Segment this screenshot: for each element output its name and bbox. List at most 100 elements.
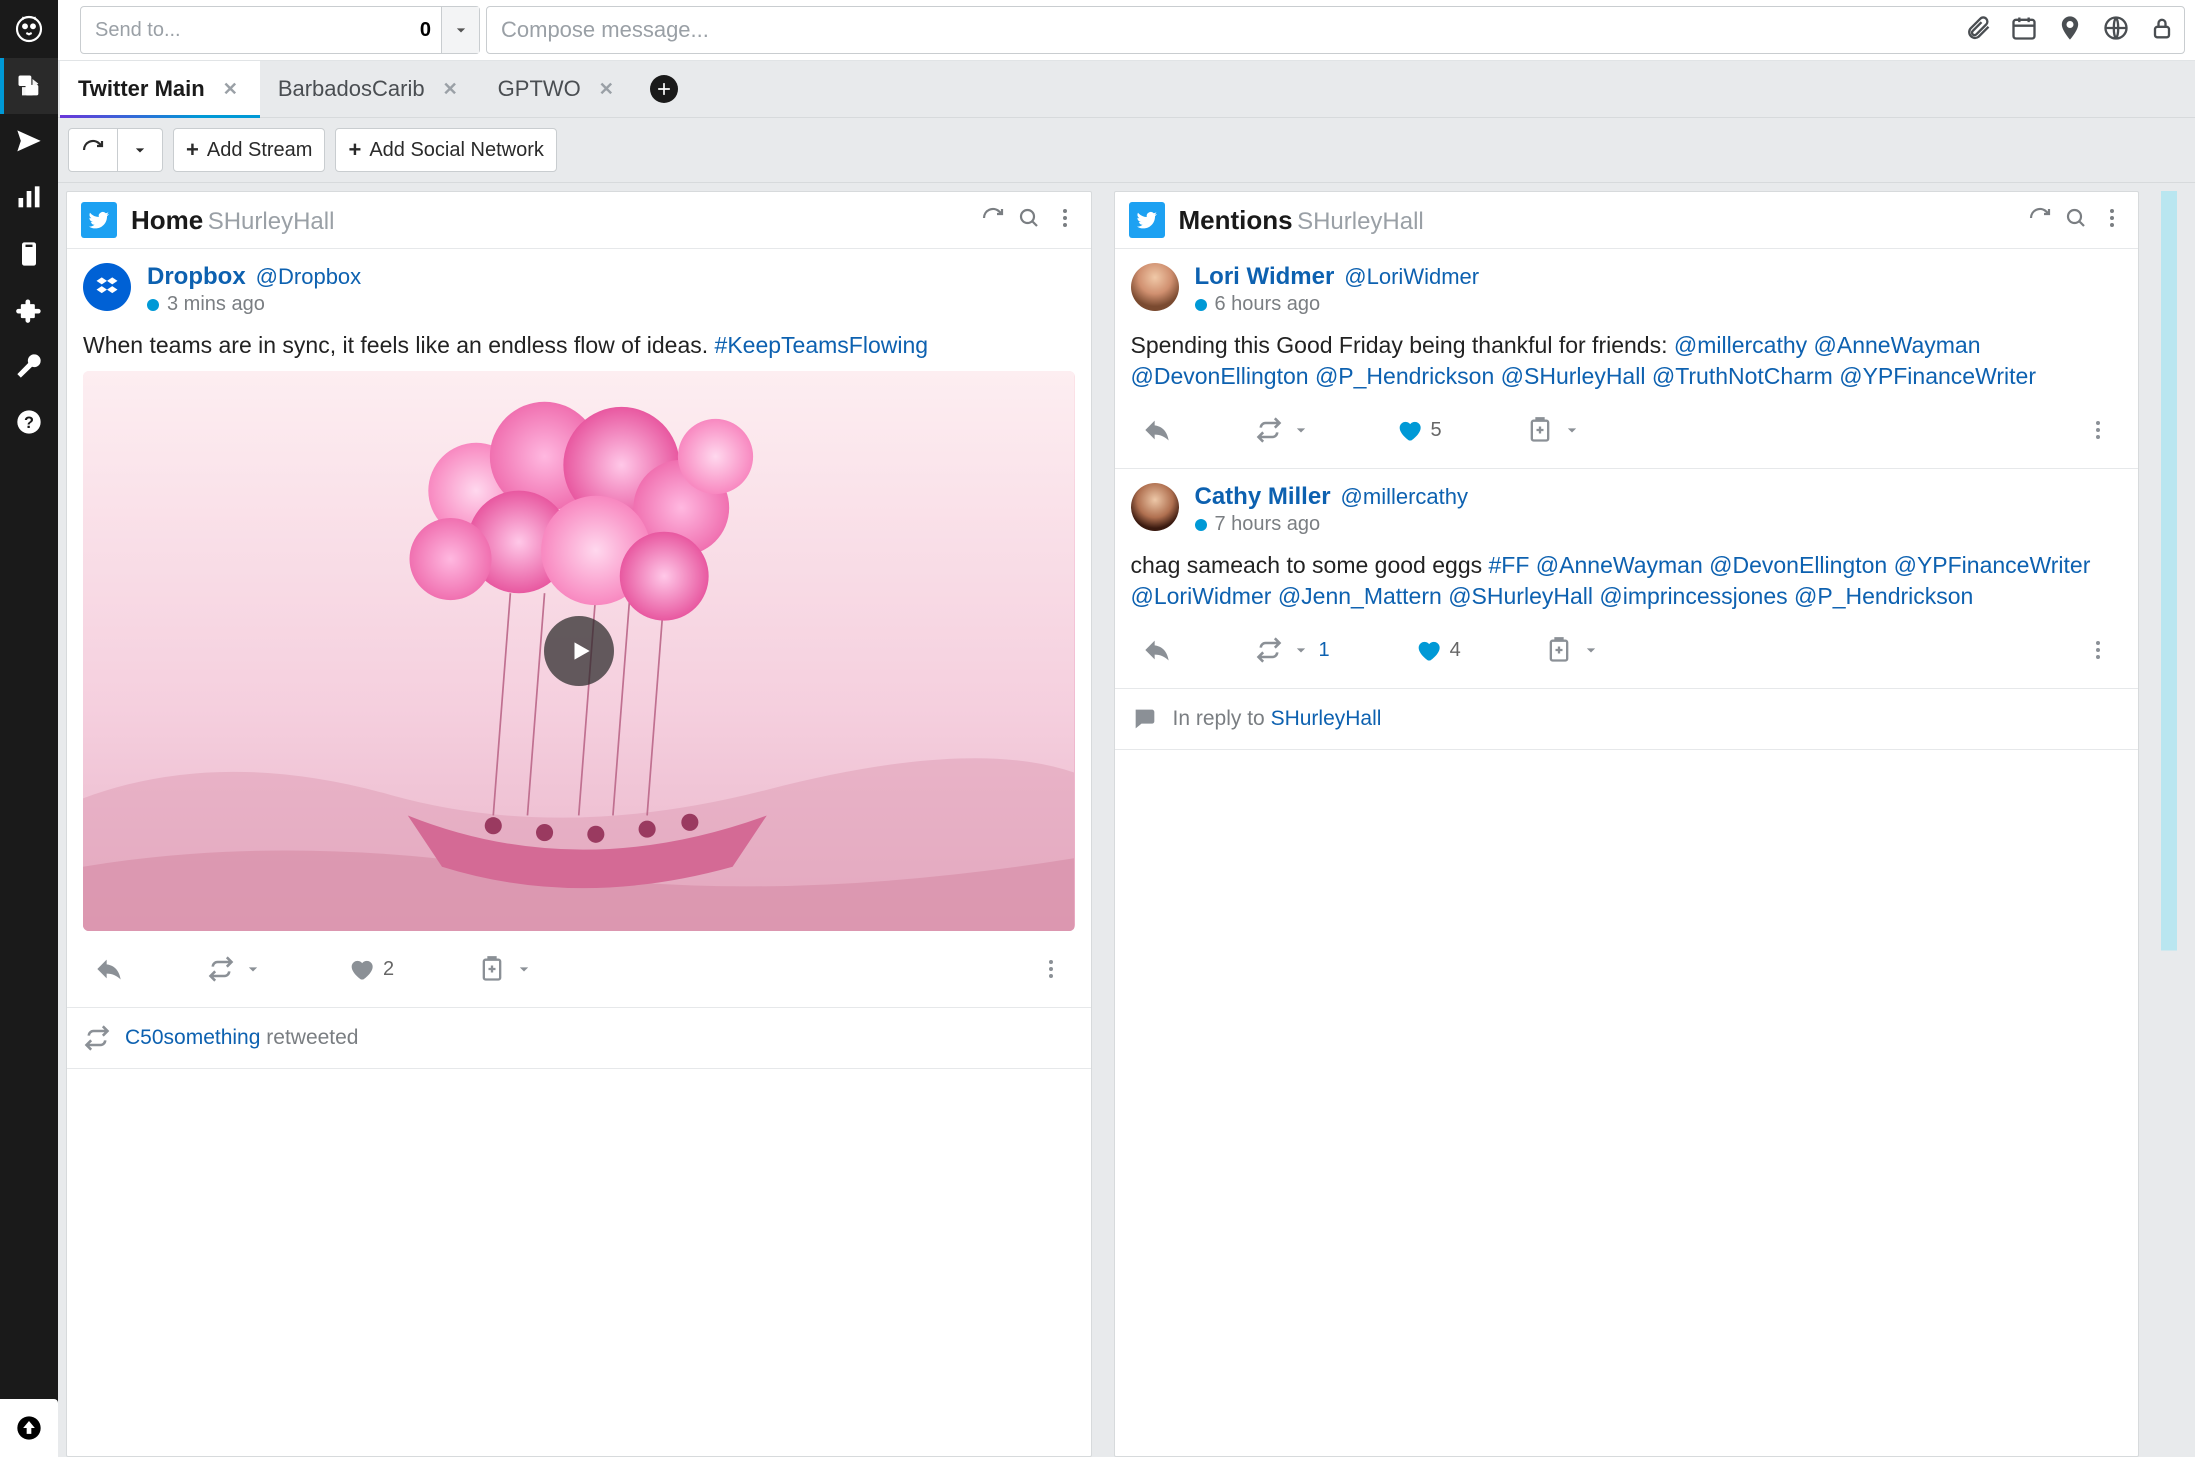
sidebar-upgrade-button[interactable] <box>0 1399 58 1457</box>
mention-link[interactable]: @millercathy <box>1674 332 1807 358</box>
like-count: 2 <box>383 958 394 981</box>
reply-button[interactable] <box>89 951 129 987</box>
retweet-button[interactable] <box>201 951 269 987</box>
add-tab-button[interactable] <box>650 75 678 103</box>
avatar[interactable] <box>83 263 131 311</box>
stream-more-icon[interactable] <box>2100 206 2124 235</box>
mention-link[interactable]: @DevonEllington <box>1131 363 1309 389</box>
schedule-icon[interactable] <box>2010 14 2038 47</box>
stream-toolbar: +Add Stream +Add Social Network <box>58 117 2195 183</box>
like-button[interactable]: 4 <box>1408 632 1467 668</box>
sidebar-item-assignments[interactable] <box>0 226 58 282</box>
mention-link[interactable]: @SHurleyHall <box>1448 583 1593 609</box>
tab-close-icon[interactable]: ✕ <box>439 77 462 102</box>
mention-link[interactable]: @DevonEllington <box>1709 552 1887 578</box>
main: 0 Twitter Main ✕ <box>58 0 2195 1457</box>
stream-refresh-icon[interactable] <box>2028 206 2052 235</box>
mention-link[interactable]: @SHurleyHall <box>1501 363 1646 389</box>
send-to-field[interactable]: 0 <box>80 6 480 54</box>
mention-link[interactable]: @P_Hendrickson <box>1794 583 1973 609</box>
play-button[interactable] <box>544 616 614 686</box>
sidebar-item-tools[interactable] <box>0 338 58 394</box>
post-author-name[interactable]: Cathy Miller <box>1195 483 1331 511</box>
tab-close-icon[interactable]: ✕ <box>219 77 242 102</box>
hashtag-link[interactable]: #FF <box>1489 552 1530 578</box>
post-author-handle[interactable]: @millercathy <box>1341 484 1468 510</box>
retweet-label: retweeted <box>266 1026 358 1049</box>
post-author-name[interactable]: Dropbox <box>147 263 246 291</box>
mention-link[interactable]: @LoriWidmer <box>1131 583 1272 609</box>
mention-link[interactable]: @P_Hendrickson <box>1315 363 1494 389</box>
mention-link[interactable]: @imprincessjones <box>1599 583 1787 609</box>
retweet-count: 1 <box>1319 639 1330 662</box>
reply-meta-row: In reply to SHurleyHall <box>1115 689 2139 750</box>
post-author-handle[interactable]: @Dropbox <box>256 264 362 290</box>
stream-more-icon[interactable] <box>1053 206 1077 235</box>
refresh-all-button[interactable] <box>68 128 118 172</box>
reply-button[interactable] <box>1137 412 1177 448</box>
compose-bar: 0 <box>58 0 2195 61</box>
sidebar-item-analytics[interactable] <box>0 170 58 226</box>
post-body: chag sameach to some good eggs #FF @Anne… <box>1131 550 2123 612</box>
post-more-icon[interactable] <box>1033 953 1069 985</box>
post-body: Spending this Good Friday being thankful… <box>1131 330 2123 392</box>
stream-account: SHurleyHall <box>1297 208 1424 235</box>
privacy-icon[interactable] <box>2148 14 2176 47</box>
stream-mentions: Mentions SHurleyHall <box>1114 191 2140 1457</box>
stream-account: SHurleyHall <box>208 208 335 235</box>
reply-button[interactable] <box>1137 632 1177 668</box>
post-body: When teams are in sync, it feels like an… <box>83 330 1075 361</box>
compose-message-input[interactable] <box>501 17 1964 43</box>
assign-button[interactable] <box>472 951 540 987</box>
avatar[interactable] <box>1131 263 1179 311</box>
mention-link[interactable]: @YPFinanceWriter <box>1839 363 2036 389</box>
tab-gptwo[interactable]: GPTWO ✕ <box>480 61 636 117</box>
avatar[interactable] <box>1131 483 1179 531</box>
stream-title: Mentions <box>1179 205 1293 235</box>
assign-button[interactable] <box>1520 412 1588 448</box>
stream-refresh-icon[interactable] <box>981 206 1005 235</box>
compose-message-field[interactable] <box>486 6 2185 54</box>
stream-header: Mentions SHurleyHall <box>1115 192 2139 249</box>
sidebar: ? <box>0 0 58 1457</box>
stream-search-icon[interactable] <box>2064 206 2088 235</box>
post-actions: 5 <box>1131 402 2123 460</box>
refresh-dropdown[interactable] <box>118 128 163 172</box>
post-media-video[interactable] <box>83 371 1075 931</box>
reply-user-link[interactable]: SHurleyHall <box>1271 707 1382 730</box>
mention-link[interactable]: @TruthNotCharm <box>1652 363 1833 389</box>
like-button[interactable]: 5 <box>1389 412 1448 448</box>
streams-container: Home SHurleyHall <box>58 183 2195 1457</box>
send-to-dropdown[interactable] <box>441 7 479 53</box>
add-social-network-button[interactable]: +Add Social Network <box>335 128 556 172</box>
retweet-user-link[interactable]: C50something <box>125 1026 260 1049</box>
post-timestamp: 6 hours ago <box>1215 293 1321 316</box>
assign-button[interactable] <box>1539 632 1607 668</box>
add-stream-button[interactable]: +Add Stream <box>173 128 325 172</box>
post-more-icon[interactable] <box>2080 414 2116 446</box>
sidebar-item-streams[interactable] <box>0 58 58 114</box>
retweet-button[interactable] <box>1249 412 1317 448</box>
send-to-input[interactable] <box>81 19 410 42</box>
sidebar-item-apps[interactable] <box>0 282 58 338</box>
globe-icon[interactable] <box>2102 14 2130 47</box>
stream-search-icon[interactable] <box>1017 206 1041 235</box>
attach-icon[interactable] <box>1964 14 1992 47</box>
post-author-handle[interactable]: @LoriWidmer <box>1344 264 1479 290</box>
tab-close-icon[interactable]: ✕ <box>595 77 618 102</box>
post-author-name[interactable]: Lori Widmer <box>1195 263 1335 291</box>
sidebar-item-help[interactable]: ? <box>0 394 58 450</box>
tab-twitter-main[interactable]: Twitter Main ✕ <box>60 61 260 117</box>
mention-link[interactable]: @AnneWayman <box>1814 332 1981 358</box>
mention-link[interactable]: @AnneWayman <box>1536 552 1703 578</box>
like-button[interactable]: 2 <box>341 951 400 987</box>
tab-barbadoscarib[interactable]: BarbadosCarib ✕ <box>260 61 480 117</box>
mention-link[interactable]: @YPFinanceWriter <box>1894 552 2091 578</box>
retweet-button[interactable]: 1 <box>1249 632 1336 668</box>
tab-label: GPTWO <box>498 76 581 102</box>
post-more-icon[interactable] <box>2080 634 2116 666</box>
hashtag-link[interactable]: #KeepTeamsFlowing <box>715 332 929 358</box>
mention-link[interactable]: @Jenn_Mattern <box>1278 583 1442 609</box>
location-icon[interactable] <box>2056 14 2084 47</box>
sidebar-item-publisher[interactable] <box>0 114 58 170</box>
